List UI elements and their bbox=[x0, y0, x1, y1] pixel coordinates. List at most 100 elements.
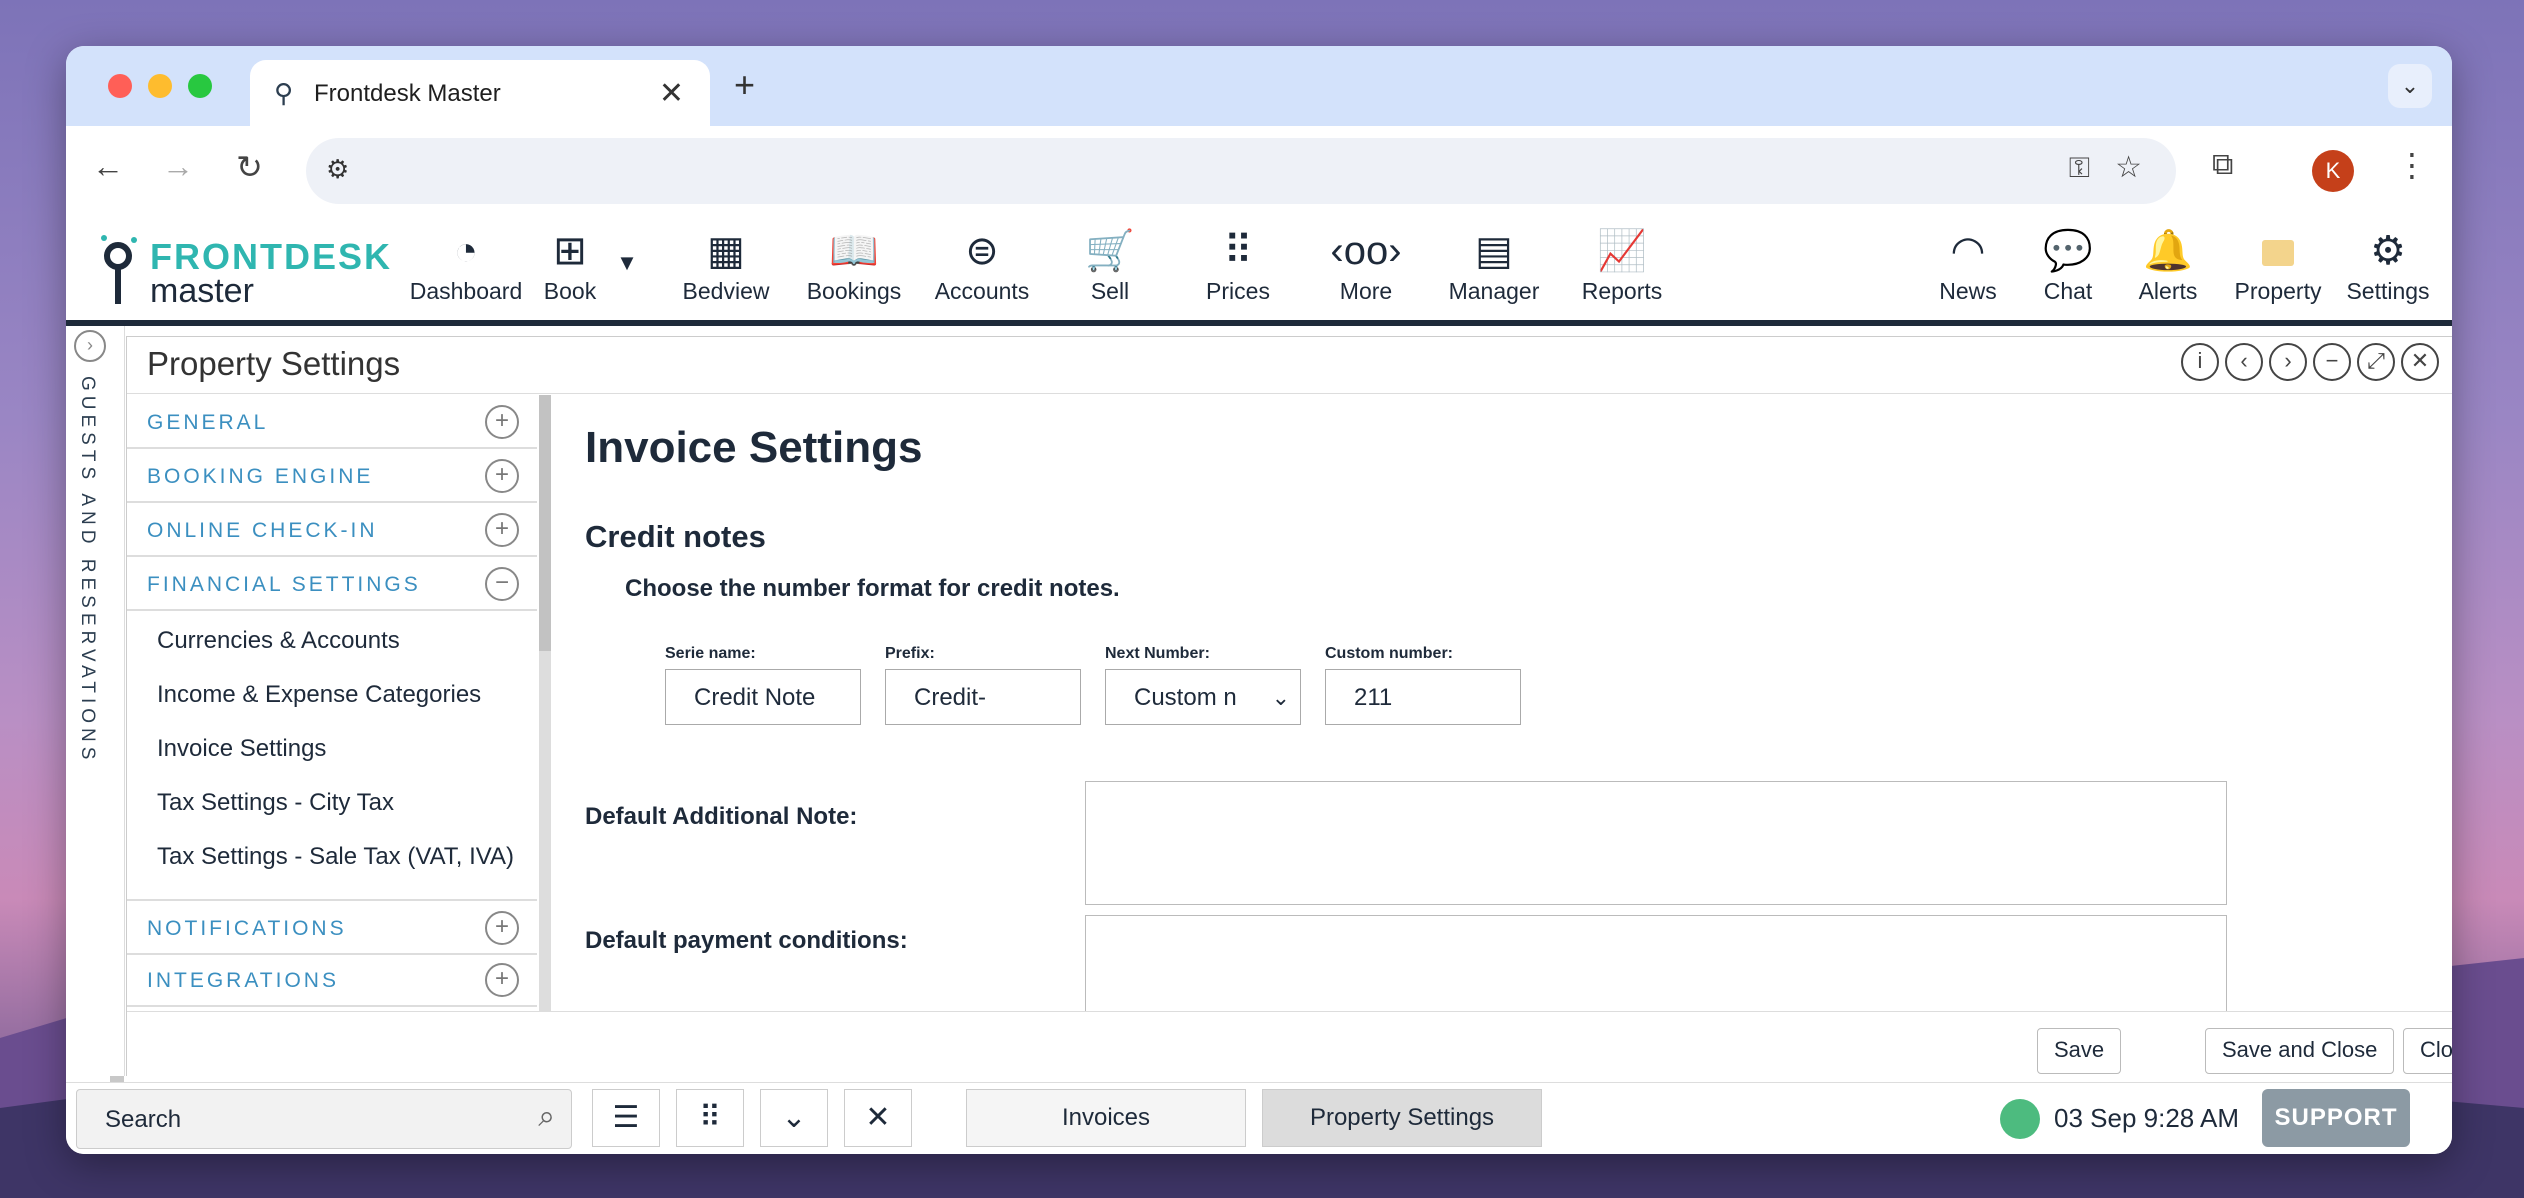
app-header: FRONTDESK master ◔ Dashboard ⊞ Book ▼ ▦ … bbox=[66, 216, 2452, 326]
expand-icon[interactable]: + bbox=[485, 963, 519, 997]
nav-reports[interactable]: 📈 Reports bbox=[1558, 226, 1686, 305]
scrollbar-thumb[interactable] bbox=[539, 395, 551, 651]
next-icon[interactable]: › bbox=[2269, 343, 2307, 381]
bookmark-star-icon[interactable]: ☆ bbox=[2115, 150, 2142, 185]
prefix-input[interactable]: Credit- bbox=[885, 669, 1081, 725]
menu-section-general[interactable]: GENERAL + bbox=[127, 395, 537, 449]
menu-item-tax-city[interactable]: Tax Settings - City Tax bbox=[157, 789, 394, 817]
nav-more[interactable]: ‹oo› More bbox=[1302, 226, 1430, 305]
menu-scrollbar[interactable] bbox=[539, 395, 551, 1011]
info-icon[interactable]: i bbox=[2181, 343, 2219, 381]
gauge-icon: ◔ bbox=[453, 229, 479, 273]
strip-label: GUESTS AND RESERVATIONS bbox=[77, 376, 98, 765]
menu-section-financial-settings[interactable]: FINANCIAL SETTINGS − bbox=[127, 557, 537, 611]
tab-title: Frontdesk Master bbox=[314, 80, 501, 107]
address-bar[interactable]: ⚙ ⚿ ☆ bbox=[306, 138, 2176, 204]
payment-conditions-textarea[interactable] bbox=[1085, 915, 2227, 1011]
nav-accounts[interactable]: ⊜ Accounts bbox=[918, 226, 1046, 305]
nav-alerts[interactable]: 🔔 Alerts bbox=[2118, 226, 2218, 305]
back-icon[interactable]: ← bbox=[92, 148, 124, 185]
close-window-button[interactable] bbox=[108, 74, 132, 98]
nav-book[interactable]: ⊞ Book bbox=[530, 226, 610, 305]
custom-number-input[interactable]: 211 bbox=[1325, 669, 1521, 725]
nav-news[interactable]: ◠ News bbox=[1918, 226, 2018, 305]
dots-grid-icon: ⠿ bbox=[1223, 229, 1253, 273]
collapse-icon[interactable]: − bbox=[485, 567, 519, 601]
nav-dashboard[interactable]: ◔ Dashboard bbox=[402, 226, 530, 305]
close-icon[interactable]: ✕ bbox=[2401, 343, 2439, 381]
guests-reservations-strip[interactable]: › GUESTS AND RESERVATIONS bbox=[66, 326, 125, 1076]
search-input[interactable]: Search ⌕ bbox=[76, 1089, 572, 1149]
nav-property[interactable]: Property bbox=[2218, 226, 2338, 305]
gear-icon: ⚙ bbox=[2370, 229, 2406, 273]
serie-name-input[interactable]: Credit Note bbox=[665, 669, 861, 725]
close-button[interactable]: Close bbox=[2403, 1028, 2452, 1074]
reload-icon[interactable]: ↻ bbox=[236, 148, 263, 186]
online-status-icon bbox=[2000, 1099, 2040, 1139]
panel-title: Property Settings bbox=[147, 345, 401, 382]
chevron-down-icon[interactable]: ⌄ bbox=[760, 1089, 828, 1147]
extensions-icon[interactable]: ⧉ bbox=[2212, 148, 2233, 182]
chevron-down-icon: ⌄ bbox=[1271, 685, 1290, 710]
password-key-icon[interactable]: ⚿ bbox=[2069, 152, 2090, 185]
panel-footer: Save Save and Close Close bbox=[127, 1011, 2452, 1076]
menu-section-online-check-in[interactable]: ONLINE CHECK-IN + bbox=[127, 503, 537, 557]
list-menu-icon[interactable]: ☰ bbox=[592, 1089, 660, 1147]
taskbar-tab-property-settings[interactable]: Property Settings bbox=[1262, 1089, 1542, 1147]
next-number-select[interactable]: Custom n ⌄ bbox=[1105, 669, 1301, 725]
nav-bookings[interactable]: 📖 Bookings bbox=[790, 226, 918, 305]
save-button[interactable]: Save bbox=[2037, 1028, 2122, 1074]
building-icon: ▤ bbox=[1475, 229, 1513, 273]
settings-content: Invoice Settings Credit notes Choose the… bbox=[551, 395, 2451, 1011]
section-heading: Credit notes bbox=[585, 519, 766, 554]
site-info-icon[interactable]: ⚙ bbox=[326, 154, 349, 185]
maximize-icon[interactable]: ⤢ bbox=[2357, 343, 2395, 381]
divider bbox=[127, 393, 2452, 394]
payment-conditions-label: Default payment conditions: bbox=[585, 927, 908, 954]
search-icon[interactable]: ⌕ bbox=[538, 1100, 555, 1134]
new-tab-icon[interactable]: + bbox=[734, 64, 755, 106]
expand-strip-icon[interactable]: › bbox=[74, 330, 106, 362]
frontdesk-logo[interactable]: FRONTDESK master bbox=[94, 230, 390, 310]
browser-menu-icon[interactable]: ⋮ bbox=[2396, 146, 2428, 184]
apps-grid-icon[interactable]: ⠿ bbox=[676, 1089, 744, 1147]
book-dropdown-chevron-icon[interactable]: ▼ bbox=[612, 238, 642, 288]
nav-sell[interactable]: 🛒 Sell bbox=[1046, 226, 1174, 305]
profile-avatar[interactable]: K bbox=[2312, 150, 2354, 192]
support-button[interactable]: SUPPORT bbox=[2262, 1089, 2410, 1147]
page-title: Invoice Settings bbox=[585, 423, 923, 472]
expand-icon[interactable]: + bbox=[485, 513, 519, 547]
previous-icon[interactable]: ‹ bbox=[2225, 343, 2263, 381]
additional-note-textarea[interactable] bbox=[1085, 781, 2227, 905]
taskbar-tab-invoices[interactable]: Invoices bbox=[966, 1089, 1246, 1147]
close-all-icon[interactable]: ✕ bbox=[844, 1089, 912, 1147]
close-tab-icon[interactable]: ✕ bbox=[659, 76, 684, 111]
minimize-window-button[interactable] bbox=[148, 74, 172, 98]
serie-name-label: Serie name: bbox=[665, 645, 756, 662]
expand-icon[interactable]: + bbox=[485, 911, 519, 945]
browser-tab[interactable]: ⚲ Frontdesk Master ✕ bbox=[250, 60, 710, 126]
nav-manager[interactable]: ▤ Manager bbox=[1430, 226, 1558, 305]
nav-chat[interactable]: 💬 Chat bbox=[2018, 226, 2118, 305]
tab-search-icon[interactable]: ⌄ bbox=[2388, 64, 2432, 108]
tab-strip: ⚲ Frontdesk Master ✕ + ⌄ bbox=[66, 46, 2452, 126]
maximize-window-button[interactable] bbox=[188, 74, 212, 98]
menu-section-notifications[interactable]: NOTIFICATIONS + bbox=[127, 899, 537, 955]
save-and-close-button[interactable]: Save and Close bbox=[2205, 1028, 2395, 1074]
nav-prices[interactable]: ⠿ Prices bbox=[1174, 226, 1302, 305]
menu-item-tax-sale[interactable]: Tax Settings - Sale Tax (VAT, IVA) bbox=[157, 843, 514, 871]
nav-bedview[interactable]: ▦ Bedview bbox=[662, 226, 790, 305]
expand-icon[interactable]: + bbox=[485, 459, 519, 493]
minimize-icon[interactable]: − bbox=[2313, 343, 2351, 381]
menu-item-invoice-settings[interactable]: Invoice Settings bbox=[157, 735, 326, 763]
menu-item-income-expense-categories[interactable]: Income & Expense Categories bbox=[157, 681, 481, 709]
forward-icon[interactable]: → bbox=[162, 148, 194, 185]
chat-icon: 💬 bbox=[2043, 229, 2093, 273]
expand-icon[interactable]: + bbox=[485, 405, 519, 439]
browser-toolbar: ← → ↻ ⚙ ⚿ ☆ ⧉ K ⋮ bbox=[66, 126, 2452, 216]
menu-section-booking-engine[interactable]: BOOKING ENGINE + bbox=[127, 449, 537, 503]
nav-settings[interactable]: ⚙ Settings bbox=[2338, 226, 2438, 305]
menu-section-integrations[interactable]: INTEGRATIONS + bbox=[127, 953, 537, 1007]
menu-item-currencies-accounts[interactable]: Currencies & Accounts bbox=[157, 627, 400, 655]
cart-icon: 🛒 bbox=[1085, 229, 1135, 273]
